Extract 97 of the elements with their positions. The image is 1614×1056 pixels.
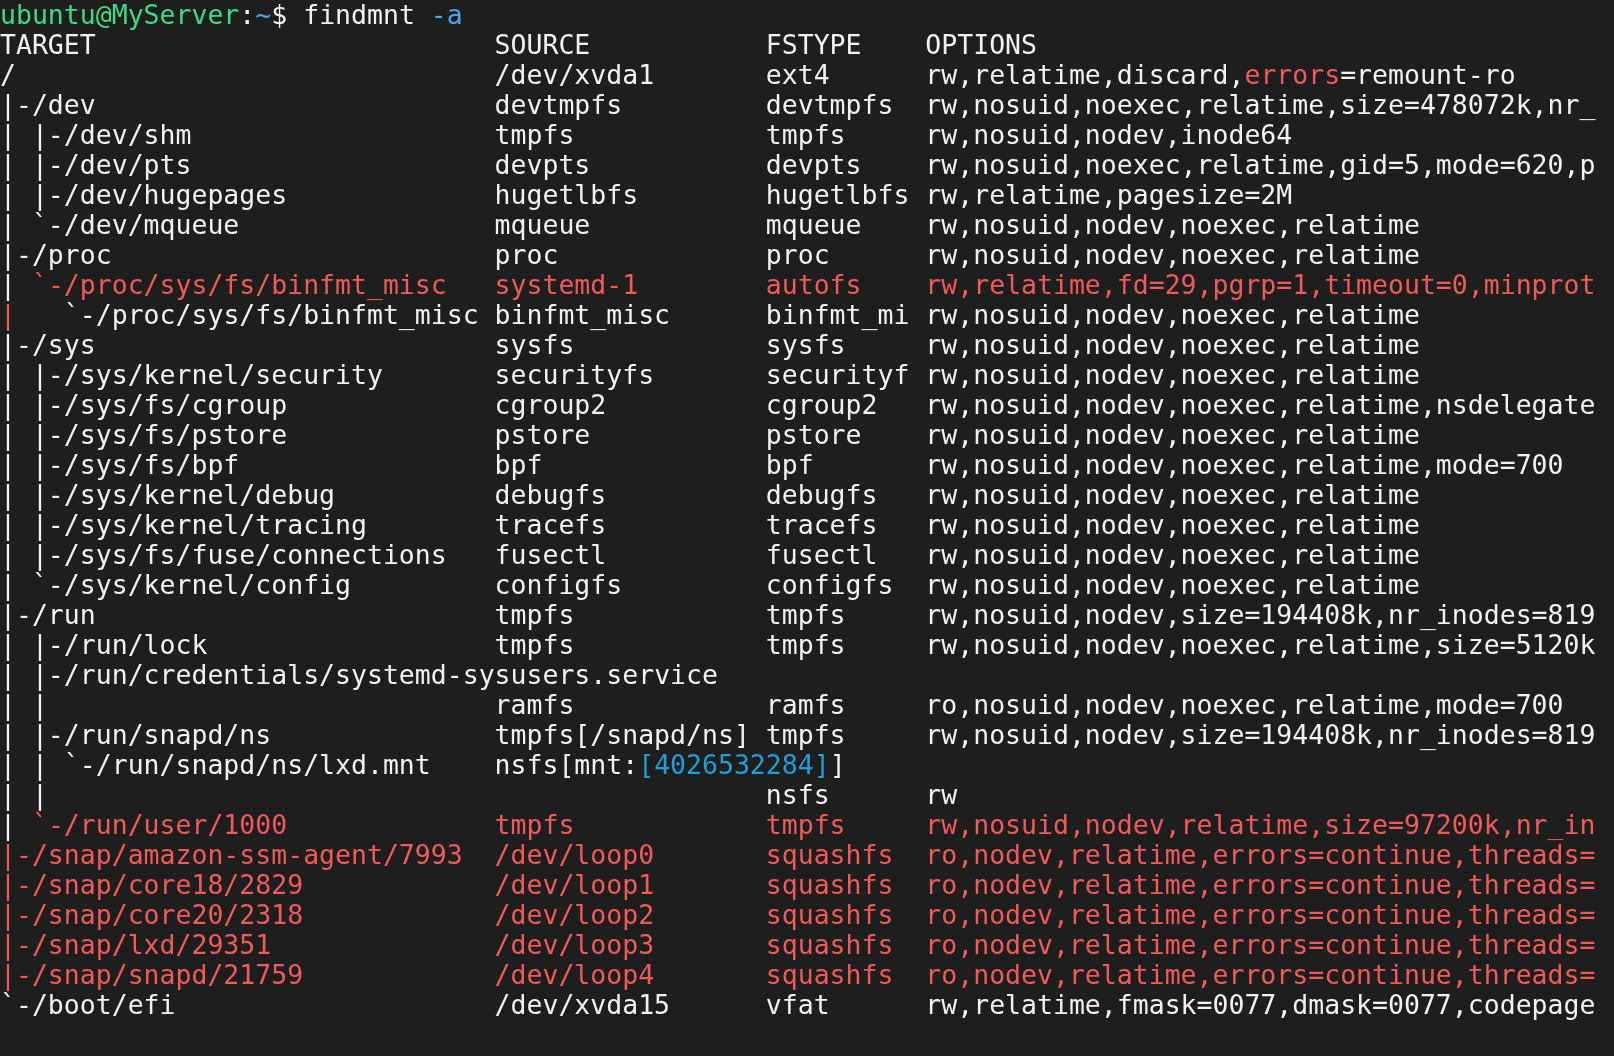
source-cell: /dev/xvda15	[494, 989, 671, 1020]
fstype-cell: tmpfs	[765, 599, 846, 630]
fstype-cell: squashfs	[765, 839, 894, 870]
fstype-cell: hugetlbfs	[765, 179, 910, 210]
options-cell: rw,nosuid,noexec,relatime,gid=5,mode=620,p	[925, 149, 1596, 180]
fstype-cell: squashfs	[765, 899, 894, 930]
fstype-cell: autofs	[765, 269, 862, 300]
fstype-cell: squashfs	[765, 869, 894, 900]
target-cell: |-/dev	[0, 89, 96, 120]
fstype-cell: tracefs	[765, 509, 878, 540]
source-cell: /dev/loop4	[494, 959, 655, 990]
options-cell: rw,nosuid,nodev,relatime,size=97200k,nr_in	[925, 809, 1596, 840]
fstype-cell: binfmt_mi	[765, 299, 910, 330]
options-cell: rw	[925, 779, 958, 810]
column-header: TARGET	[0, 29, 96, 60]
source-cell: configfs	[494, 569, 623, 600]
target-cell: /	[0, 59, 16, 90]
options-cell: rw,relatime,fd=29,pgrp=1,timeout=0,minprot	[925, 269, 1596, 300]
options-cell: ro,nodev,relatime,errors=continue,threads=	[925, 959, 1596, 990]
source-cell: /dev/loop2	[494, 899, 655, 930]
source-cell: tmpfs	[494, 809, 575, 840]
source-cell: devpts	[494, 149, 591, 180]
fstype-cell: tmpfs	[765, 119, 846, 150]
column-header: SOURCE	[494, 29, 591, 60]
source-cell: /dev/loop0	[494, 839, 655, 870]
fstype-cell: devpts	[765, 149, 862, 180]
options-cell: ro,nodev,relatime,errors=continue,threads=	[925, 929, 1596, 960]
source-cell: debugfs	[494, 479, 607, 510]
fstype-cell: configfs	[765, 569, 894, 600]
source-cell: bpf	[494, 449, 543, 480]
source-cell: hugetlbfs	[494, 179, 639, 210]
options-cell: rw,relatime,discard,errors=remount-ro	[925, 59, 1516, 90]
options-cell: rw,nosuid,nodev,size=194408k,nr_inodes=819	[925, 719, 1596, 750]
fstype-cell: proc	[765, 239, 830, 270]
fstype-cell: mqueue	[765, 209, 862, 240]
source-cell: tmpfs	[494, 119, 575, 150]
source-cell: tmpfs	[494, 599, 575, 630]
options-cell: rw,nosuid,nodev,inode64	[925, 119, 1293, 150]
source-cell: cgroup2	[494, 389, 607, 420]
options-cell: rw,nosuid,nodev,noexec,relatime	[925, 239, 1420, 270]
source-cell: mqueue	[494, 209, 591, 240]
options-cell: rw,nosuid,nodev,noexec,relatime,size=5120k	[925, 629, 1596, 660]
fstype-cell: cgroup2	[765, 389, 878, 420]
fstype-cell: ramfs	[765, 689, 846, 720]
options-cell: rw,nosuid,nodev,noexec,relatime	[925, 209, 1420, 240]
column-header: OPTIONS	[925, 29, 1037, 60]
fstype-cell: ext4	[765, 59, 830, 90]
source-cell: /dev/xvda1	[494, 59, 655, 90]
source-cell: fusectl	[494, 539, 607, 570]
fstype-cell: fusectl	[765, 539, 878, 570]
fstype-cell: tmpfs	[765, 629, 846, 660]
options-cell: rw,nosuid,nodev,noexec,relatime	[925, 419, 1420, 450]
options-cell: ro,nosuid,nodev,noexec,relatime,mode=700	[925, 689, 1564, 720]
fstype-cell: bpf	[765, 449, 814, 480]
source-cell: /dev/loop1	[494, 869, 655, 900]
options-cell: rw,nosuid,nodev,noexec,relatime	[925, 299, 1420, 330]
command-prompt: ubuntu@MyServer:~$ findmnt -a	[0, 0, 463, 30]
options-cell: rw,nosuid,nodev,noexec,relatime,mode=700	[925, 449, 1564, 480]
options-cell: rw,nosuid,nodev,noexec,relatime,nsdelegate	[925, 389, 1596, 420]
options-cell: ro,nodev,relatime,errors=continue,threads=	[925, 839, 1596, 870]
options-cell: rw,nosuid,nodev,size=194408k,nr_inodes=819	[925, 599, 1596, 630]
source-cell: proc	[494, 239, 559, 270]
fstype-cell: tmpfs	[765, 809, 846, 840]
options-cell: rw,nosuid,nodev,noexec,relatime	[925, 569, 1420, 600]
source-cell: sysfs	[494, 329, 575, 360]
fstype-cell: tmpfs	[765, 719, 846, 750]
source-cell: devtmpfs	[494, 89, 623, 120]
options-cell: rw,nosuid,nodev,noexec,relatime	[925, 329, 1420, 360]
options-cell: rw,relatime,fmask=0077,dmask=0077,codepage	[925, 989, 1596, 1020]
fstype-cell: devtmpfs	[765, 89, 894, 120]
source-cell: /dev/loop3	[494, 929, 655, 960]
options-cell: rw,nosuid,nodev,noexec,relatime	[925, 359, 1420, 390]
source-cell: nsfs[mnt:[4026532284]]	[494, 749, 846, 780]
fstype-cell: nsfs	[765, 779, 830, 810]
options-cell: rw,nosuid,noexec,relatime,size=478072k,nr_	[925, 89, 1596, 120]
options-cell: ro,nodev,relatime,errors=continue,threads=	[925, 899, 1596, 930]
fstype-cell: debugfs	[765, 479, 878, 510]
fstype-cell: pstore	[765, 419, 862, 450]
fstype-cell: sysfs	[765, 329, 846, 360]
fstype-cell: squashfs	[765, 929, 894, 960]
source-cell: tmpfs	[494, 629, 575, 660]
options-cell: ro,nodev,relatime,errors=continue,threads=	[925, 869, 1596, 900]
options-cell: rw,nosuid,nodev,noexec,relatime	[925, 539, 1420, 570]
source-cell: tmpfs[/snapd/ns]	[494, 719, 750, 750]
column-header: FSTYPE	[765, 29, 862, 60]
fstype-cell: securityf	[765, 359, 910, 390]
source-cell: binfmt_misc	[494, 299, 671, 330]
source-cell: ramfs	[494, 689, 575, 720]
source-cell: tracefs	[494, 509, 607, 540]
fstype-cell: squashfs	[765, 959, 894, 990]
fstype-cell: vfat	[765, 989, 830, 1020]
options-cell: rw,nosuid,nodev,noexec,relatime	[925, 509, 1420, 540]
options-cell: rw,nosuid,nodev,noexec,relatime	[925, 479, 1420, 510]
source-cell: pstore	[494, 419, 591, 450]
source-cell: securityfs	[494, 359, 655, 390]
options-cell: rw,relatime,pagesize=2M	[925, 179, 1293, 210]
source-cell: systemd-1	[494, 269, 639, 300]
